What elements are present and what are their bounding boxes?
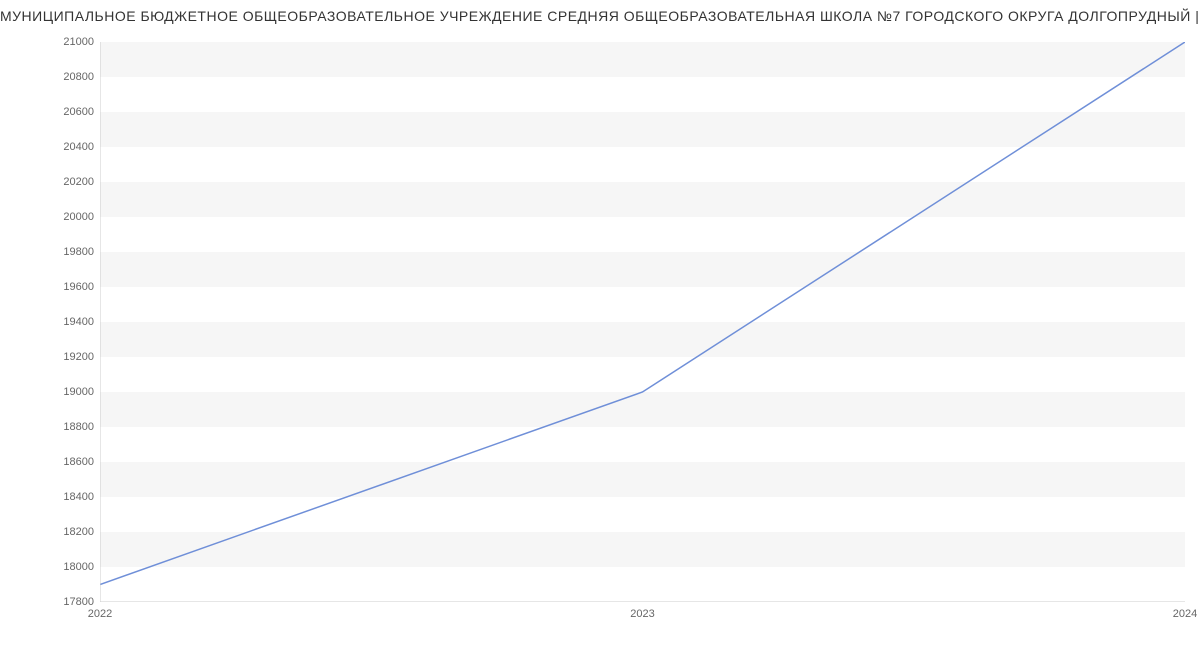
y-tick-label: 18400 [34,491,94,503]
grid-band [100,322,1185,357]
chart-svg [100,42,1185,602]
y-tick-label: 21000 [34,36,94,48]
grid-band [100,112,1185,147]
y-tick-label: 18800 [34,421,94,433]
y-tick-label: 19800 [34,246,94,258]
y-tick-label: 18600 [34,456,94,468]
y-tick-label: 19200 [34,351,94,363]
y-tick-label: 20600 [34,106,94,118]
y-tick-label: 19400 [34,316,94,328]
grid-bands [100,42,1185,567]
y-tick-label: 20200 [34,176,94,188]
grid-band [100,252,1185,287]
y-tick-label: 20800 [34,71,94,83]
y-tick-label: 20400 [34,141,94,153]
y-tick-label: 18200 [34,526,94,538]
y-tick-label: 18000 [34,561,94,573]
grid-band [100,392,1185,427]
chart-title: МУНИЦИПАЛЬНОЕ БЮДЖЕТНОЕ ОБЩЕОБРАЗОВАТЕЛЬ… [0,8,1200,24]
plot-area [100,42,1185,602]
x-tick-label: 2023 [630,608,654,620]
grid-band [100,532,1185,567]
y-tick-label: 19600 [34,281,94,293]
y-tick-label: 17800 [34,596,94,608]
chart-container: МУНИЦИПАЛЬНОЕ БЮДЖЕТНОЕ ОБЩЕОБРАЗОВАТЕЛЬ… [0,0,1200,650]
y-tick-label: 19000 [34,386,94,398]
x-tick-label: 2024 [1173,608,1197,620]
grid-band [100,42,1185,77]
grid-band [100,182,1185,217]
grid-band [100,462,1185,497]
x-tick-label: 2022 [88,608,112,620]
y-tick-label: 20000 [34,211,94,223]
